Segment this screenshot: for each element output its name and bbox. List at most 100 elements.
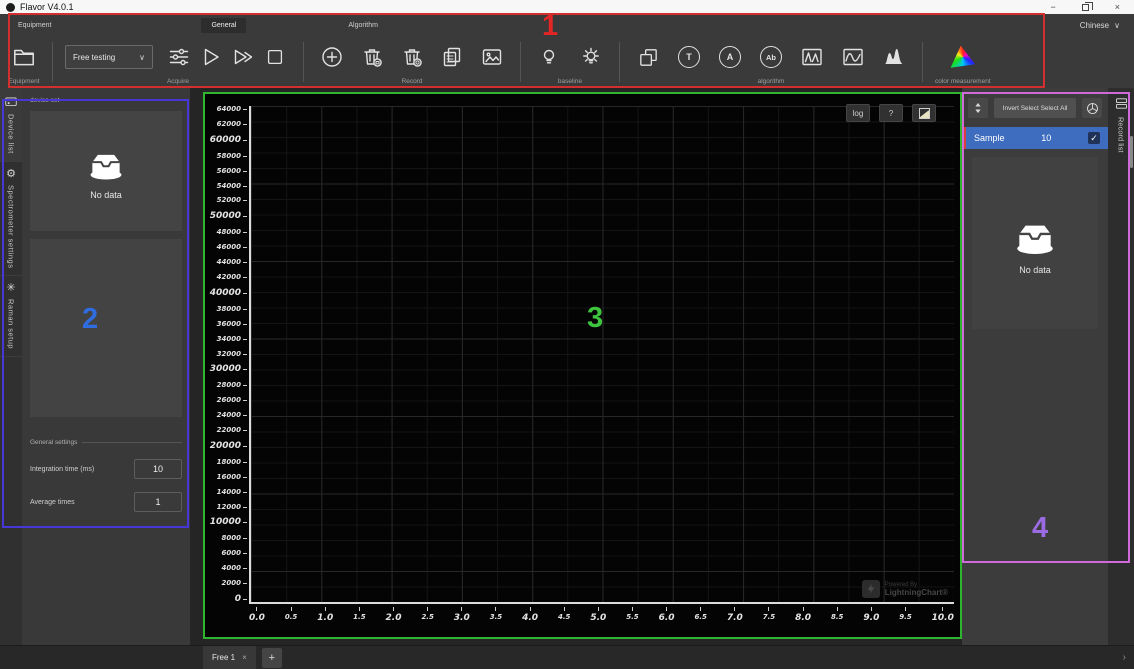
chart-theme-button[interactable] xyxy=(912,104,936,122)
tab-algorithm[interactable]: Algorithm xyxy=(338,18,388,33)
x-tick-label: 9.0 xyxy=(863,607,879,623)
y-tick-label: 44000 xyxy=(217,259,247,266)
tab-free-1[interactable]: Free 1 × xyxy=(203,646,256,669)
restore-icon[interactable] xyxy=(1082,4,1089,11)
x-tick-label: 5.5 xyxy=(626,607,638,621)
continuous-acquire-button[interactable] xyxy=(227,40,259,74)
integration-time-input[interactable] xyxy=(134,459,182,479)
language-dropdown[interactable]: Chinese ∨ xyxy=(1080,21,1120,30)
clear-records-button[interactable] xyxy=(396,40,428,74)
sort-records-button[interactable] xyxy=(968,98,988,118)
curve-view-button[interactable] xyxy=(837,40,869,74)
peaks-view-button[interactable] xyxy=(796,40,828,74)
average-times-label: Average times xyxy=(30,499,134,506)
record-name: Sample xyxy=(974,133,1005,143)
record-checkbox-checked-icon[interactable] xyxy=(1088,132,1100,144)
tab-close-icon[interactable]: × xyxy=(242,653,247,662)
record-settings-button[interactable] xyxy=(1082,98,1102,118)
title-bar: Flavor V4.0.1 − × xyxy=(0,0,1134,14)
test-mode-dropdown[interactable]: Free testing ∨ xyxy=(65,45,153,69)
window-title: Flavor V4.0.1 xyxy=(20,2,74,12)
play-continuous-icon xyxy=(231,45,255,69)
integration-time-row: Integration time (ms) xyxy=(30,459,182,479)
y-tick-label: 8000 xyxy=(222,535,247,542)
record-panel: Invert Select Select All Sample 10 xyxy=(962,88,1108,645)
peak-analysis-button[interactable] xyxy=(878,40,910,74)
group-label-color-measurement: color measurement xyxy=(935,78,991,85)
group-record: Record xyxy=(312,36,512,88)
test-mode-value: Free testing xyxy=(73,53,115,62)
x-tick-label: 3.0 xyxy=(454,607,470,623)
close-button[interactable]: × xyxy=(1115,3,1120,12)
device-panel-header: device set xyxy=(22,88,190,108)
x-tick-label: 8.0 xyxy=(795,607,811,623)
empty-box-icon xyxy=(83,143,129,183)
delete-record-button[interactable] xyxy=(356,40,388,74)
sidebar-item-device-list[interactable]: Device list xyxy=(0,88,22,162)
y-tick-label: 54000 xyxy=(217,183,247,190)
sidebar-item-spectrometer-settings[interactable]: ⚙ Spectrometer settings xyxy=(0,162,22,276)
record-list-rail-label[interactable]: Record list xyxy=(1117,117,1126,152)
group-label-record: Record xyxy=(316,78,508,85)
circle-ab-icon: Ab xyxy=(760,46,782,68)
copy-spectrum-button[interactable] xyxy=(632,40,664,74)
spectrometer-icon xyxy=(4,95,18,109)
plot-area[interactable] xyxy=(249,106,954,604)
chart-button-group: log ? xyxy=(846,104,936,122)
language-value: Chinese xyxy=(1080,21,1109,30)
y-tick-label: 50000 xyxy=(210,212,247,221)
tab-equipment[interactable]: Equipment xyxy=(8,18,61,33)
color-measurement-button[interactable] xyxy=(947,40,979,74)
tab-free-1-label: Free 1 xyxy=(212,653,235,662)
scrollbar-thumb[interactable] xyxy=(1130,136,1133,168)
x-tick-label: 1.5 xyxy=(353,607,365,621)
record-list-panel-icon xyxy=(1114,96,1129,111)
add-record-button[interactable] xyxy=(316,40,348,74)
empty-box-icon xyxy=(1008,212,1062,258)
group-label-acquire: Acquire xyxy=(65,78,291,85)
y-tick-label: 2000 xyxy=(222,580,247,587)
segmented-wheel-icon xyxy=(1085,101,1100,116)
record-row-sample[interactable]: Sample 10 xyxy=(962,127,1108,149)
add-tab-button[interactable]: + xyxy=(262,648,282,668)
single-acquire-button[interactable] xyxy=(195,40,227,74)
x-tick-label: 4.0 xyxy=(522,607,538,623)
chevron-right-icon[interactable]: › xyxy=(1123,652,1126,663)
y-axis: 6400062000600005800056000540005200050000… xyxy=(205,106,247,604)
absolute-button[interactable]: Ab xyxy=(755,40,787,74)
x-tick-label: 5.0 xyxy=(590,607,606,623)
group-color-measurement: color measurement xyxy=(931,36,995,88)
acquisition-settings-button[interactable] xyxy=(163,40,195,74)
add-circle-icon xyxy=(320,45,344,69)
spectrum-chart[interactable]: log ? 6400062000600005800056000540005200… xyxy=(203,92,962,638)
transmittance-button[interactable]: T xyxy=(673,40,705,74)
y-tick-label: 62000 xyxy=(217,121,247,128)
ribbon-toolbar: Equipment General Algorithm Chinese ∨ Eq… xyxy=(0,14,1134,88)
sidebar-item-raman-setup[interactable]: ✳ Raman setup xyxy=(0,276,22,357)
record-empty-state: No data xyxy=(972,157,1098,329)
open-file-button[interactable] xyxy=(8,40,40,74)
play-icon xyxy=(199,45,223,69)
dark-baseline-button[interactable] xyxy=(533,40,565,74)
trash-lock-icon xyxy=(360,45,384,69)
invert-select-button[interactable]: Invert Select Select All xyxy=(994,98,1076,118)
image-icon xyxy=(480,45,504,69)
copy-records-button[interactable] xyxy=(436,40,468,74)
average-times-input[interactable] xyxy=(134,492,182,512)
right-nav-rail: Record list xyxy=(1108,88,1134,645)
stop-button[interactable] xyxy=(259,40,291,74)
tab-general[interactable]: General xyxy=(201,18,246,33)
y-tick-label: 58000 xyxy=(217,153,247,160)
export-image-button[interactable] xyxy=(476,40,508,74)
y-tick-label: 12000 xyxy=(217,504,247,511)
log-scale-button[interactable]: log xyxy=(846,104,870,122)
laser-star-icon: ✳ xyxy=(6,283,15,294)
circle-a-icon: A xyxy=(719,46,741,68)
chart-help-button[interactable]: ? xyxy=(879,104,903,122)
spectrum-curve-icon xyxy=(841,45,865,69)
minimize-button[interactable]: − xyxy=(1050,3,1055,12)
chart-watermark: Powered By LightningChart® xyxy=(862,580,948,598)
absorbance-button[interactable]: A xyxy=(714,40,746,74)
light-baseline-button[interactable] xyxy=(575,40,607,74)
x-tick-label: 3.5 xyxy=(490,607,502,621)
